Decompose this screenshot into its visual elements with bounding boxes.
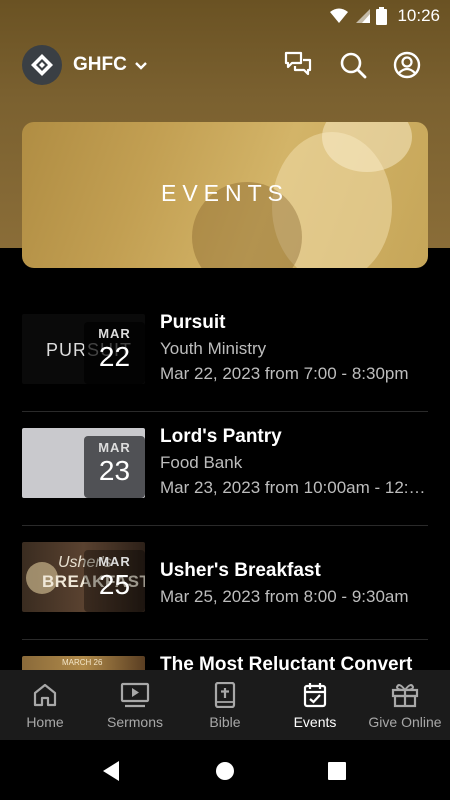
home-button-icon[interactable]	[215, 760, 235, 782]
bottom-nav: Home Sermons Bible Events Give Online	[0, 670, 450, 740]
recents-icon[interactable]	[327, 760, 347, 782]
church-name[interactable]: GHFC	[73, 54, 127, 76]
app-header: GHFC	[0, 40, 450, 94]
badge-month: MAR	[98, 554, 131, 569]
event-date: Mar 25, 2023 from 8:00 - 9:30am	[160, 587, 409, 606]
nav-bible[interactable]: Bible	[180, 670, 270, 740]
nav-label: Bible	[209, 714, 241, 730]
chevron-down-icon[interactable]	[132, 57, 150, 75]
banner-title: EVENTS	[160, 180, 290, 206]
event-title: Lord's Pantry	[160, 426, 282, 447]
status-bar: 10:26	[0, 0, 450, 32]
signal-icon	[356, 9, 371, 23]
wifi-icon	[330, 8, 349, 23]
thumb-text: MARCH 26	[62, 658, 103, 667]
badge-day: 23	[98, 455, 131, 486]
event-thumbnail: PURSUIT MAR 22	[22, 314, 145, 384]
chat-icon[interactable]	[283, 50, 313, 80]
badge-month: MAR	[98, 326, 131, 341]
events-banner: EVENTS	[22, 122, 428, 268]
nav-label: Home	[26, 714, 64, 730]
event-subtitle: Food Bank	[160, 453, 243, 472]
status-time: 10:26	[397, 6, 440, 25]
nav-label: Sermons	[106, 714, 164, 730]
video-icon	[120, 682, 150, 708]
bible-icon	[214, 682, 236, 708]
system-nav-bar	[0, 740, 450, 800]
event-date: Mar 22, 2023 from 7:00 - 8:30pm	[160, 364, 409, 383]
gift-icon	[391, 684, 419, 708]
event-date: Mar 23, 2023 from 10:00am - 12:00pm	[160, 478, 428, 497]
nav-events[interactable]: Events	[270, 670, 360, 740]
event-item[interactable]: MAR 23 Lord's Pantry Food Bank Mar 23, 2…	[22, 412, 428, 526]
event-subtitle: Youth Ministry	[160, 339, 267, 358]
nav-sermons[interactable]: Sermons	[90, 670, 180, 740]
badge-month: MAR	[98, 440, 131, 455]
nav-label: Events	[293, 714, 337, 730]
event-item[interactable]: Usher's BREAKFAST MAR 25 Usher's Breakfa…	[22, 526, 428, 640]
event-thumbnail: Usher's BREAKFAST MAR 25	[22, 542, 145, 612]
nav-give-online[interactable]: Give Online	[360, 670, 450, 740]
date-badge: MAR 23	[84, 436, 145, 498]
account-icon[interactable]	[392, 50, 422, 80]
nav-home[interactable]: Home	[0, 670, 90, 740]
event-title: Pursuit	[160, 312, 226, 333]
logo-diamond-icon	[31, 54, 53, 76]
event-item[interactable]: PURSUIT MAR 22 Pursuit Youth Ministry Ma…	[22, 298, 428, 412]
event-title: Usher's Breakfast	[160, 560, 321, 581]
event-thumbnail: MAR 23	[22, 428, 145, 498]
church-logo[interactable]	[22, 45, 62, 85]
back-icon[interactable]	[101, 760, 121, 782]
nav-label: Give Online	[368, 714, 442, 730]
badge-day: 25	[98, 569, 131, 600]
battery-icon	[376, 7, 388, 25]
badge-day: 22	[98, 341, 131, 372]
home-icon	[33, 683, 57, 707]
date-badge: MAR 25	[84, 550, 145, 612]
search-icon[interactable]	[338, 50, 368, 80]
date-badge: MAR 22	[84, 322, 145, 384]
calendar-icon	[303, 683, 327, 708]
